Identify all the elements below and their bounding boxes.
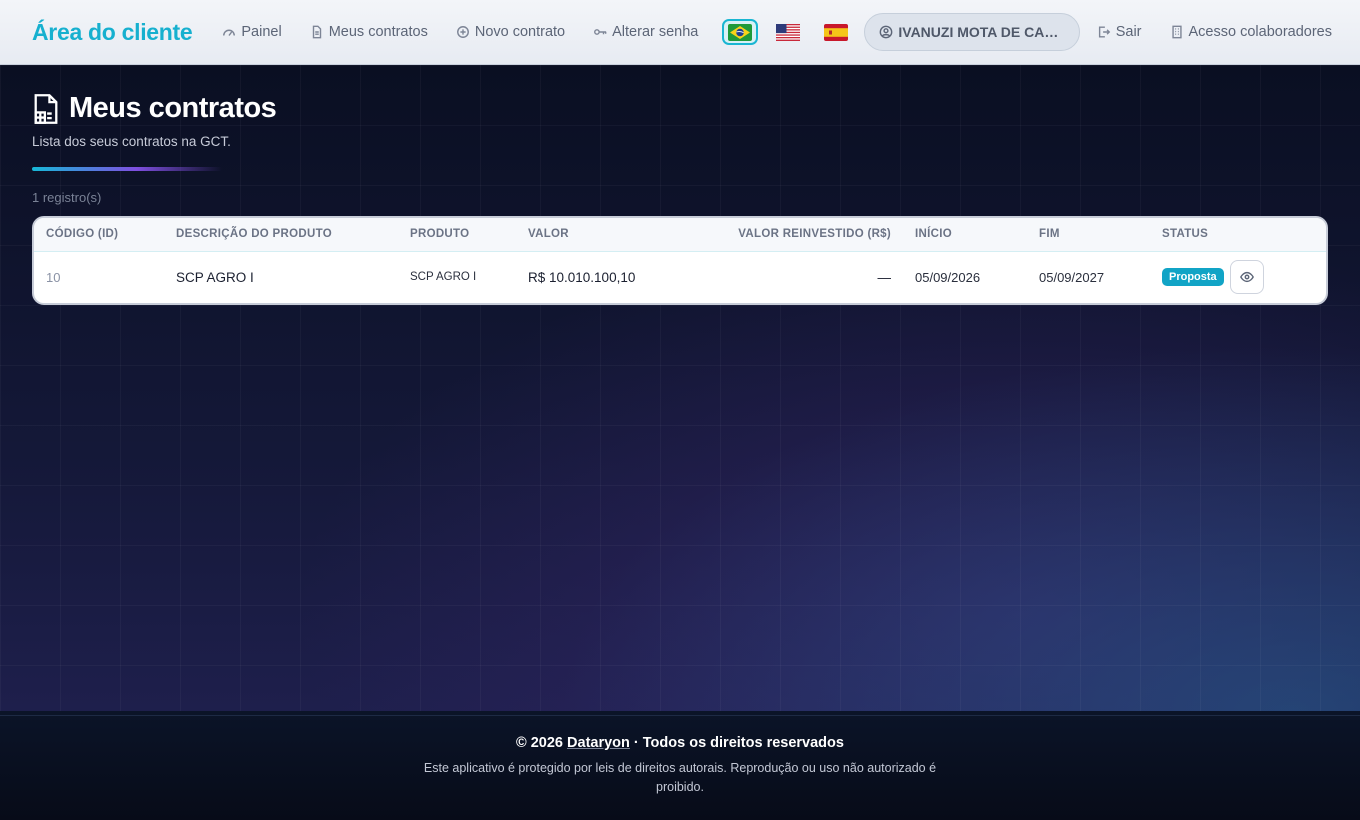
brand-title[interactable]: Área do cliente [32,19,193,46]
cell-start-date: 05/09/2026 [915,269,981,285]
column-header-value[interactable]: VALOR [516,218,716,251]
cell-description: SCP AGRO I [176,269,254,285]
building-icon [1171,25,1182,39]
nav-meus-contratos-label: Meus contratos [328,24,428,40]
main-content: Meus contratos Lista dos seus contratos … [0,65,1360,711]
nav-painel-label: Painel [241,24,282,40]
cell-id: 10 [46,269,61,285]
contracts-table: CÓDIGO (ID) DESCRIÇÃO DO PRODUTO PRODUTO… [34,218,1326,303]
brazil-flag-icon [728,23,753,41]
page-subtitle: Lista dos seus contratos na GCT. [32,134,231,149]
column-header-product[interactable]: PRODUTO [398,218,516,251]
page-header: Meus contratos Lista dos seus contratos … [32,92,277,171]
language-es-es-button[interactable] [818,19,854,45]
nav-meus-contratos[interactable]: Meus contratos [310,24,428,40]
contract-document-icon [34,93,58,124]
user-circle-icon [879,25,893,39]
record-count: 1 registro(s) [32,190,102,205]
status-badge: Proposta [1162,268,1224,287]
company-link[interactable]: Dataryon [567,735,630,751]
nav-novo-contrato[interactable]: Novo contrato [456,24,565,40]
eye-icon [1239,272,1254,283]
table-header-row: CÓDIGO (ID) DESCRIÇÃO DO PRODUTO PRODUTO… [34,218,1326,251]
cell-status: Proposta [1150,251,1326,303]
copyright-prefix: © 2026 [516,735,563,751]
column-header-description[interactable]: DESCRIÇÃO DO PRODUTO [164,218,398,251]
status-actions: Proposta [1162,260,1326,295]
logout-icon [1098,26,1110,38]
page-title-text: Meus contratos [69,92,277,124]
plus-circle-icon [456,26,469,38]
column-header-reinvested[interactable]: VALOR REINVESTIDO (R$) [716,218,903,251]
language-switcher [722,19,854,45]
nav-painel[interactable]: Painel [222,24,282,40]
page-title: Meus contratos [32,92,277,125]
copyright: © 2026 Dataryon · Todos os direitos rese… [0,735,1360,751]
user-name: IVANUZI MOTA DE CARVA... [898,24,1064,40]
document-icon [312,25,321,39]
copyright-disclaimer: Este aplicativo é protegido por leis de … [423,761,937,794]
logout-link[interactable]: Sair [1097,24,1142,40]
staff-access-link[interactable]: Acesso colaboradores [1170,24,1332,40]
copyright-suffix: · Todos os direitos reservados [633,735,844,751]
accent-divider [32,167,222,171]
contracts-table-card: CÓDIGO (ID) DESCRIÇÃO DO PRODUTO PRODUTO… [32,216,1328,305]
footer-divider [0,715,1360,716]
language-pt-br-button[interactable] [722,19,759,45]
view-contract-button[interactable] [1229,260,1264,295]
cell-value: R$ 10.010.100,10 [528,269,636,285]
nav-alterar-senha-label: Alterar senha [612,24,699,40]
column-header-id[interactable]: CÓDIGO (ID) [34,218,164,251]
cell-end-date: 05/09/2027 [1039,269,1105,285]
spain-flag-icon [824,23,849,41]
usa-flag-icon [776,23,801,41]
staff-access-label: Acesso colaboradores [1188,24,1332,40]
key-icon [594,29,607,35]
top-navbar: Área do cliente Painel Meus contratos No… [0,0,1360,65]
cell-product: SCP AGRO I [410,271,477,284]
cell-reinvested: — [877,269,892,285]
table-header: CÓDIGO (ID) DESCRIÇÃO DO PRODUTO PRODUTO… [34,218,1326,251]
dashboard-icon [223,29,236,36]
column-header-status[interactable]: STATUS [1150,218,1326,251]
table-row[interactable]: 10 SCP AGRO I SCP AGRO I R$ 10.010.100,1… [34,251,1326,303]
user-menu-button[interactable]: IVANUZI MOTA DE CARVA... [864,13,1080,51]
logout-label: Sair [1115,24,1142,40]
column-header-end[interactable]: FIM [1027,218,1150,251]
language-en-us-button[interactable] [770,19,806,45]
nav-novo-contrato-label: Novo contrato [474,24,566,40]
column-header-start[interactable]: INÍCIO [903,218,1027,251]
footer: © 2026 Dataryon · Todos os direitos rese… [0,711,1360,820]
nav-alterar-senha[interactable]: Alterar senha [593,24,698,40]
